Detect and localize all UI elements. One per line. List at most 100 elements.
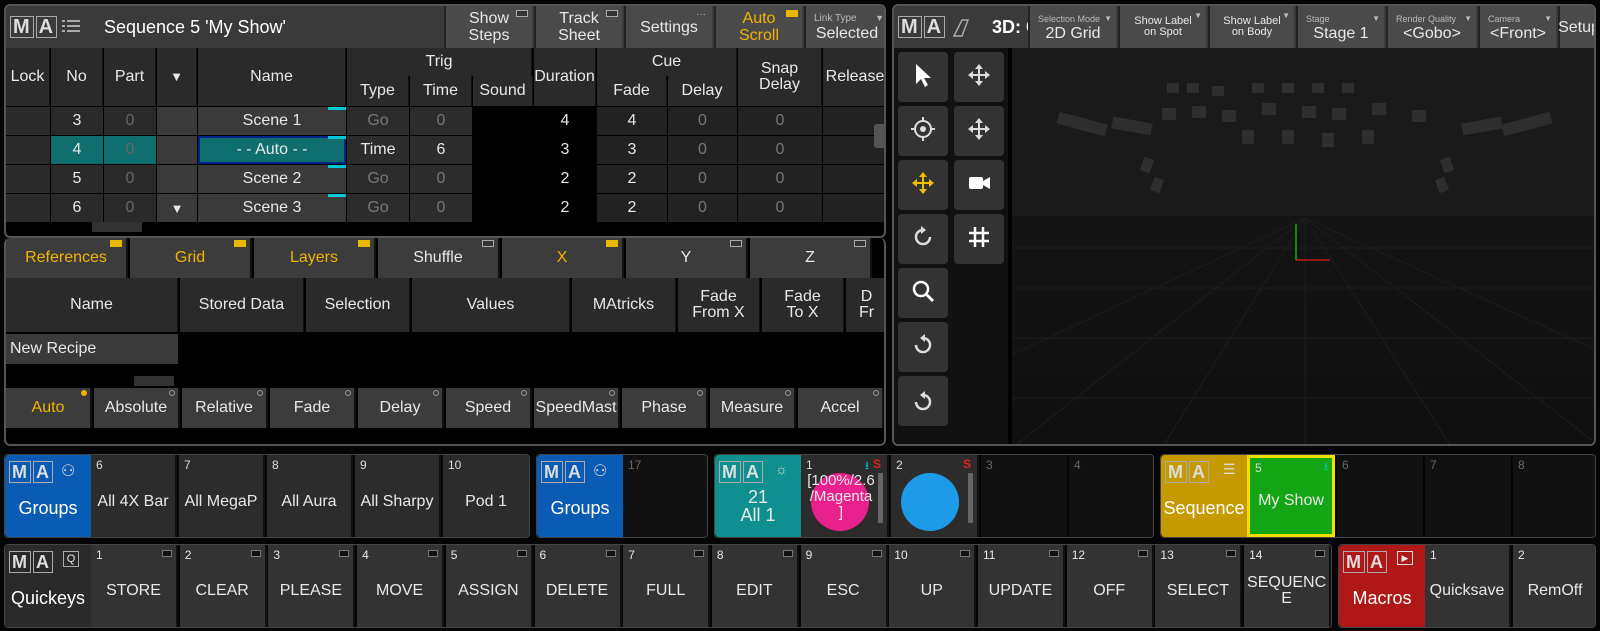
col-part[interactable]: Part	[104, 48, 156, 106]
tab-y[interactable]: Y	[626, 238, 748, 278]
pool-tile[interactable]: 6	[1337, 455, 1423, 537]
mode-absolute-button[interactable]: Absolute	[94, 388, 180, 428]
quickey-off[interactable]: 12 OFF	[1066, 545, 1154, 627]
select-tool-button[interactable]	[898, 52, 948, 102]
cue-cell-name[interactable]: Scene 2	[198, 165, 346, 193]
cue-cell-sound[interactable]	[473, 165, 533, 193]
target-button[interactable]	[898, 106, 948, 156]
cue-cell-type[interactable]: Time	[347, 136, 409, 164]
cue-cell-part[interactable]: 0	[104, 165, 156, 193]
col-no[interactable]: No	[51, 48, 103, 106]
zoom-button[interactable]	[898, 268, 948, 318]
cue-cell-part[interactable]: 0	[104, 107, 156, 135]
recipe-col[interactable]: Fade From X	[678, 278, 760, 332]
reset-rotate-button[interactable]	[898, 376, 948, 426]
cue-cell-sound[interactable]	[473, 107, 533, 135]
group-tile[interactable]: 6 All 4X Bar	[91, 455, 177, 537]
pool-tile[interactable]: 8	[1513, 455, 1595, 537]
col-lock[interactable]: Lock	[6, 48, 50, 106]
mode-speed-button[interactable]: Speed	[446, 388, 532, 428]
mode-delay-button[interactable]: Delay	[358, 388, 444, 428]
cue-cell-lock[interactable]	[6, 165, 50, 193]
group-tile[interactable]: 8 All Aura	[267, 455, 353, 537]
cue-cell-delay[interactable]: 0	[668, 194, 737, 222]
mode-relative-button[interactable]: Relative	[182, 388, 268, 428]
col-trig-time[interactable]: Time	[410, 76, 472, 106]
viewer-option-button[interactable]: Stage Stage 1 ▼	[1296, 6, 1384, 48]
show-steps-button[interactable]: Show Steps	[444, 6, 532, 48]
macro-quicksave[interactable]: 1 Quicksave	[1425, 545, 1511, 627]
move-tool-button[interactable]	[898, 160, 948, 210]
cue-cell-part[interactable]: 0	[104, 136, 156, 164]
cue-cell-sound[interactable]	[473, 194, 533, 222]
cue-cell-duration[interactable]: 3	[534, 136, 596, 164]
tab-x[interactable]: X	[502, 238, 624, 278]
viewer-option-button[interactable]: Setup	[1558, 6, 1594, 48]
list-icon[interactable]	[62, 18, 80, 34]
cue-cell-snap[interactable]: 0	[738, 194, 822, 222]
pool-tile[interactable]: 4	[1069, 455, 1153, 537]
track-sheet-button[interactable]: Track Sheet	[534, 6, 622, 48]
quickey-assign[interactable]: 5 ASSIGN	[445, 545, 533, 627]
quickey-edit[interactable]: 8 EDIT	[711, 545, 799, 627]
pan-arrows-button[interactable]	[954, 106, 1004, 156]
group-tile[interactable]: 10 Pod 1	[443, 455, 529, 537]
cue-cell-type[interactable]: Go	[347, 107, 409, 135]
quickey-esc[interactable]: 9 ESC	[800, 545, 888, 627]
col-release[interactable]: Release	[823, 48, 884, 106]
link-type-button[interactable]: Link Type Selected ▼	[804, 6, 884, 48]
cue-cell-type[interactable]: Go	[347, 194, 409, 222]
stage-3d-view[interactable]	[1012, 48, 1594, 444]
col-duration[interactable]: Duration	[534, 48, 596, 106]
cue-cell-release[interactable]	[823, 165, 884, 193]
quickey-delete[interactable]: 6 DELETE	[534, 545, 622, 627]
cue-cell-expander[interactable]	[157, 165, 197, 193]
ma-logo[interactable]: MA	[10, 16, 59, 39]
cue-cell-lock[interactable]	[6, 194, 50, 222]
ma-logo[interactable]: MA	[898, 16, 947, 39]
cue-cell-time[interactable]: 6	[410, 136, 472, 164]
viewer-option-button[interactable]: Camera <Front> ▼	[1478, 6, 1556, 48]
camera-button[interactable]	[954, 160, 1004, 210]
cue-cell-time[interactable]: 0	[410, 194, 472, 222]
cue-cell-fade[interactable]: 2	[597, 165, 667, 193]
quickey-move[interactable]: 4 MOVE	[357, 545, 445, 627]
quickey-full[interactable]: 7 FULL	[623, 545, 711, 627]
preset-tile-1[interactable]: 1 [100%/2.6 /Magenta ] S ⭳	[801, 455, 889, 537]
mode-fade-button[interactable]: Fade	[270, 388, 356, 428]
cue-cell-time[interactable]: 0	[410, 165, 472, 193]
cue-cell-no[interactable]: 3	[51, 107, 103, 135]
cue-cell-part[interactable]: 0	[104, 194, 156, 222]
tab-grid[interactable]: Grid	[130, 238, 252, 278]
cue-cell-fade[interactable]: 2	[597, 194, 667, 222]
recipe-row[interactable]: New Recipe	[6, 334, 178, 364]
resize-grip[interactable]	[92, 222, 142, 232]
recipe-col[interactable]: Stored Data	[180, 278, 304, 332]
col-cue-delay[interactable]: Delay	[668, 76, 737, 106]
cue-cell-release[interactable]	[823, 194, 884, 222]
cue-cell-fade[interactable]: 3	[597, 136, 667, 164]
col-snap-delay[interactable]: Snap Delay	[738, 48, 822, 106]
rotate-button[interactable]	[898, 214, 948, 264]
orbit-button[interactable]	[898, 322, 948, 372]
col-sort[interactable]: ▼	[157, 48, 197, 106]
resize-grip[interactable]	[134, 376, 174, 386]
mode-phase-button[interactable]: Phase	[622, 388, 708, 428]
grid-button[interactable]	[954, 214, 1004, 264]
cue-cell-no[interactable]: 5	[51, 165, 103, 193]
tab-shuffle[interactable]: Shuffle	[378, 238, 500, 278]
quickey-please[interactable]: 3 PLEASE	[268, 545, 356, 627]
tab-layers[interactable]: Layers	[254, 238, 376, 278]
cue-cell-expander[interactable]	[157, 136, 197, 164]
tab-z[interactable]: Z	[750, 238, 872, 278]
quickey-update[interactable]: 11 UPDATE	[978, 545, 1065, 627]
cue-cell-time[interactable]: 0	[410, 107, 472, 135]
mode-measure-button[interactable]: Measure	[710, 388, 796, 428]
groups-pool-header[interactable]: MA ⚇ Groups	[5, 455, 91, 537]
sequence-pool-header[interactable]: MA ☰ Sequence	[1161, 455, 1247, 537]
group-tile[interactable]: 7 All MegaP	[179, 455, 265, 537]
recipe-col[interactable]: D Fr	[846, 278, 884, 332]
col-sound[interactable]: Sound	[473, 76, 533, 106]
cue-cell-delay[interactable]: 0	[668, 107, 737, 135]
presets-pool-header[interactable]: MA ☼ 21 All 1	[715, 455, 801, 537]
